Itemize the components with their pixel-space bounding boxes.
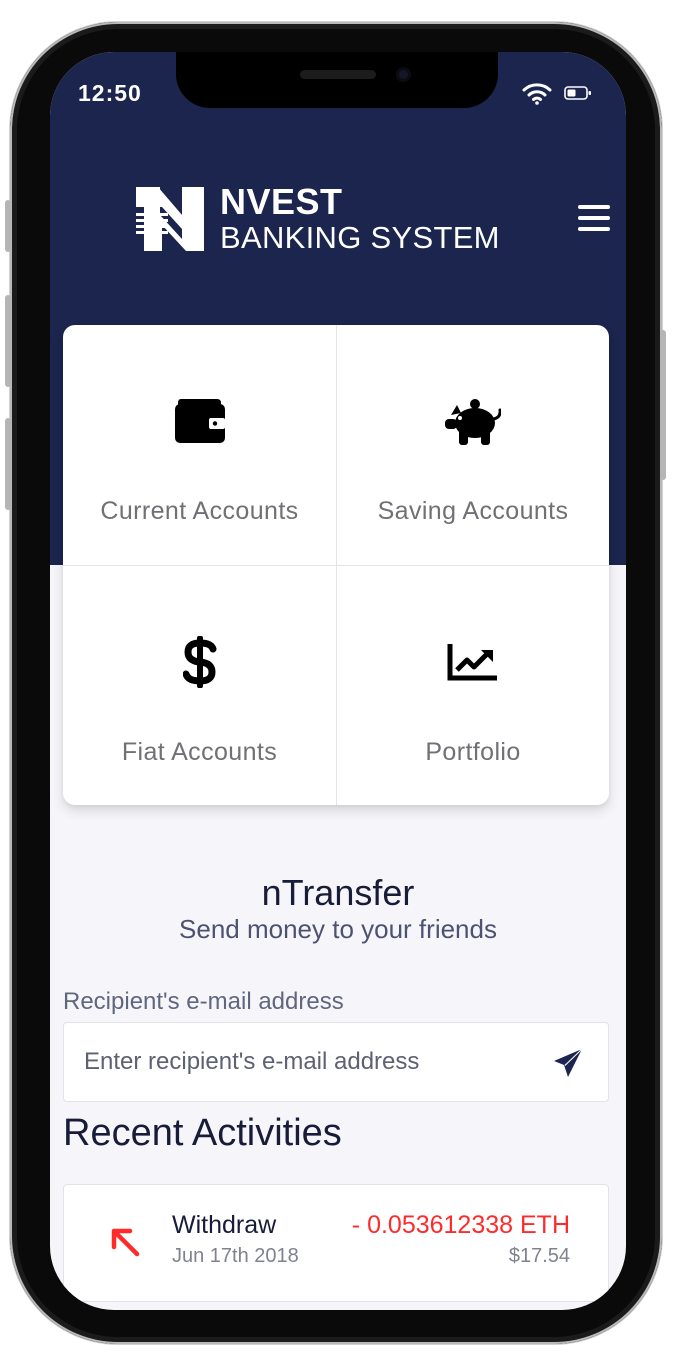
phone-volume-up <box>5 295 11 387</box>
ntransfer-title: nTransfer <box>261 872 415 913</box>
tile-portfolio[interactable]: Portfolio <box>336 565 609 805</box>
nvest-logo-icon <box>136 186 204 251</box>
battery-icon <box>564 86 591 100</box>
phone-silent-switch <box>5 200 11 252</box>
arrow-up-left-icon <box>111 1228 140 1257</box>
status-icons <box>522 81 592 105</box>
speaker-grille <box>300 70 376 79</box>
brand-subtitle: BANKING SYSTEM <box>220 220 500 255</box>
tile-current-accounts[interactable]: Current Accounts <box>63 325 336 565</box>
activity-item[interactable]: Withdraw Jun 17th 2018 - 0.053612338 ETH… <box>63 1184 609 1302</box>
wallet-icon <box>174 399 225 443</box>
activity-type: Withdraw <box>172 1211 277 1239</box>
dollar-icon <box>182 636 216 688</box>
chart-line-icon <box>447 644 497 681</box>
tile-label: Fiat Accounts <box>121 738 278 766</box>
accounts-grid: Current Accounts Saving Accounts Fiat Ac… <box>63 325 609 805</box>
notch <box>176 52 498 108</box>
wifi-icon <box>522 83 552 105</box>
hamburger-menu-icon[interactable] <box>578 205 610 235</box>
front-camera <box>396 67 411 82</box>
brand-name: NVEST <box>220 181 343 222</box>
tile-label: Portfolio <box>425 738 521 766</box>
status-time: 12:50 <box>78 80 142 106</box>
recipient-email-field <box>63 1022 609 1102</box>
activity-amount: - 0.053612338 ETH <box>351 1211 570 1239</box>
ntransfer-subtitle: Send money to your friends <box>179 914 497 944</box>
activity-date: Jun 17th 2018 <box>172 1245 299 1267</box>
tile-fiat-accounts[interactable]: Fiat Accounts <box>63 565 336 805</box>
brand-logo: NVEST BANKING SYSTEM <box>136 184 500 253</box>
recipient-email-input[interactable] <box>84 1023 524 1101</box>
phone-power-button <box>660 330 666 480</box>
phone-volume-down <box>5 418 11 510</box>
recipient-email-label: Recipient's e-mail address <box>63 988 344 1015</box>
tile-label: Current Accounts <box>100 497 299 525</box>
tile-label: Saving Accounts <box>377 497 569 525</box>
phone-screen: 12:50 NVEST BANKING SYSTEM Current Accou… <box>50 52 626 1310</box>
activity-fiat-value: $17.54 <box>508 1245 570 1267</box>
piggy-bank-icon <box>445 399 501 445</box>
tile-saving-accounts[interactable]: Saving Accounts <box>336 325 609 565</box>
recent-activities-title: Recent Activities <box>63 1112 342 1154</box>
paper-plane-icon[interactable] <box>552 1047 584 1079</box>
